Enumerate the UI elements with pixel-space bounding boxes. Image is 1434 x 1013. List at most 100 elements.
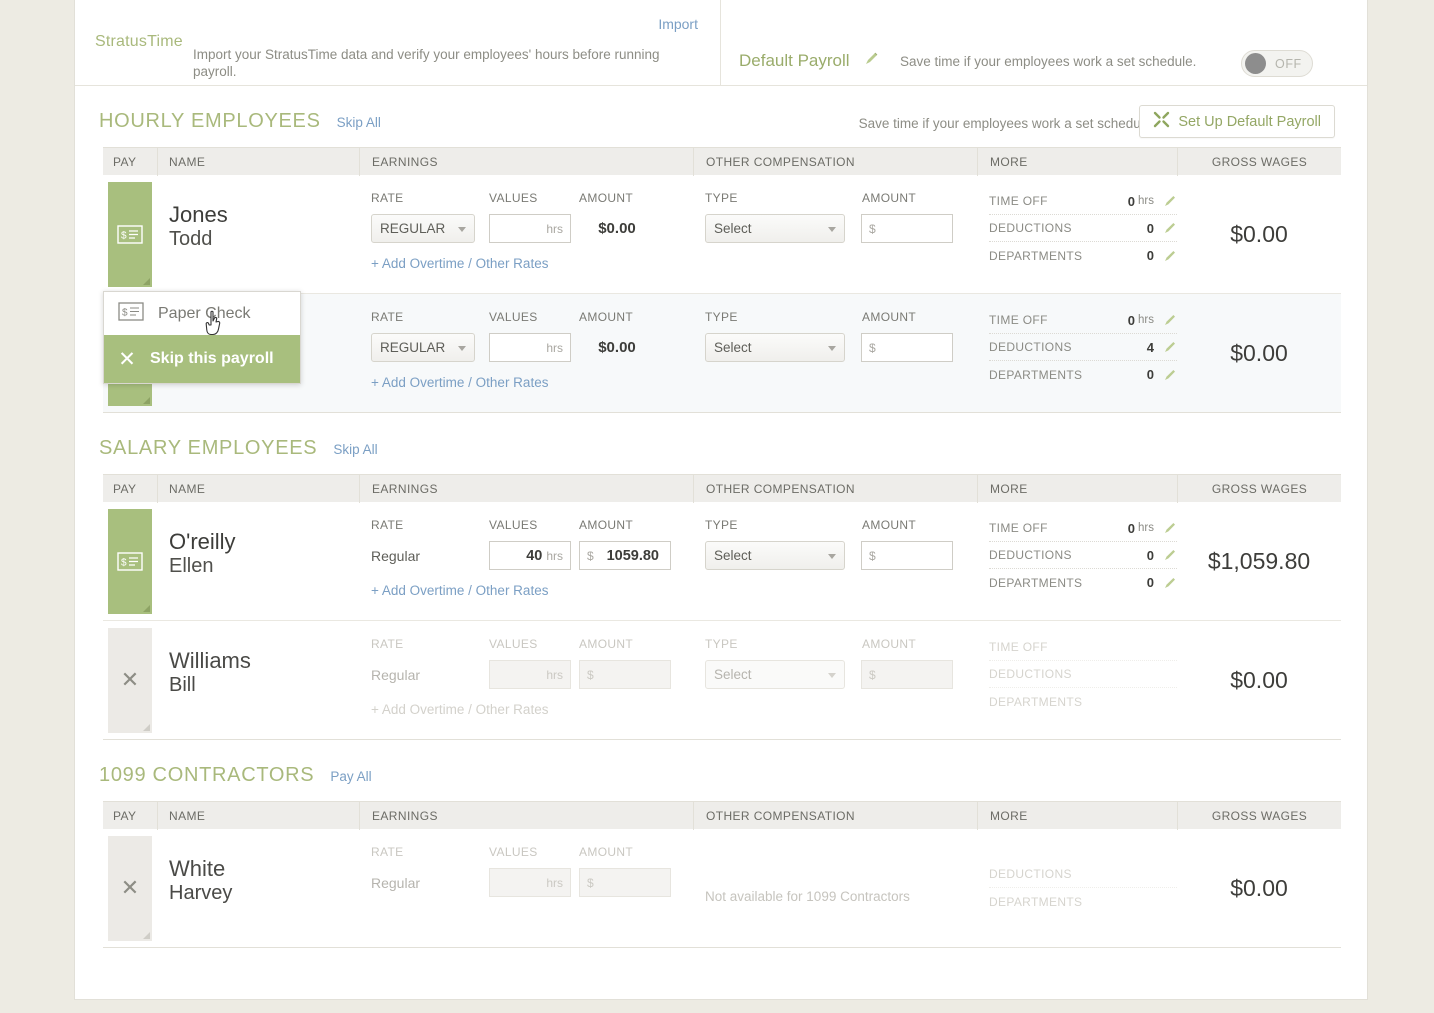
time-off-unit: hrs xyxy=(1138,314,1154,326)
time-off-row: TIME OFF xyxy=(989,634,1177,661)
label-deductions: DEDUCTIONS xyxy=(989,867,1072,881)
time-off-row[interactable]: TIME OFF 0 hrs xyxy=(989,515,1177,542)
dollar-sign: $ xyxy=(869,340,876,355)
deductions-row[interactable]: DEDUCTIONS 4 xyxy=(989,334,1177,361)
label-other-amount: AMOUNT xyxy=(862,518,917,532)
earnings-fields: Regular 40 hrs $ 1059.80 xyxy=(371,541,693,570)
table-row: $ O'reilly Ellen RATE VALUES AMOUNT Regu… xyxy=(103,502,1341,621)
deductions-row[interactable]: DEDUCTIONS 0 xyxy=(989,215,1177,242)
col-earnings: EARNINGS xyxy=(359,147,693,176)
earnings-cell: RATE VALUES AMOUNT Regular hrs $ xyxy=(359,621,693,739)
more-cell: TIME OFF 0 hrs DEDUCTIONS 0 DEPARTMENTS xyxy=(977,175,1177,293)
time-off-row[interactable]: TIME OFF 0 hrs xyxy=(989,307,1177,334)
departments-value: 0 xyxy=(1146,248,1154,263)
pencil-icon[interactable] xyxy=(864,51,879,66)
hours-input[interactable]: 40 hrs xyxy=(489,541,571,570)
chevron-down-icon xyxy=(828,673,836,678)
departments-value: 0 xyxy=(1146,367,1154,382)
col-other-compensation: OTHER COMPENSATION xyxy=(693,147,977,176)
pay-all-link[interactable]: Pay All xyxy=(330,769,371,784)
label-departments: DEPARTMENTS xyxy=(989,575,1083,590)
label-deductions: DEDUCTIONS xyxy=(989,548,1072,562)
label-values: VALUES xyxy=(489,845,538,859)
pencil-icon[interactable] xyxy=(1163,548,1177,562)
label-departments: DEPARTMENTS xyxy=(989,248,1083,263)
hours-unit: hrs xyxy=(546,340,563,355)
svg-text:$: $ xyxy=(121,230,127,241)
col-gross-wages: GROSS WAGES xyxy=(1177,474,1341,503)
other-type-select[interactable]: Select xyxy=(705,541,845,570)
label-values: VALUES xyxy=(489,637,538,651)
label-values: VALUES xyxy=(489,191,538,205)
departments-row[interactable]: DEPARTMENTS 0 xyxy=(989,242,1177,269)
label-time-off: TIME OFF xyxy=(989,194,1048,208)
other-fields: Select $ xyxy=(705,214,977,243)
other-type-select: Select xyxy=(705,660,845,689)
other-amount-input[interactable]: $ xyxy=(861,541,953,570)
earnings-labels: RATE VALUES AMOUNT xyxy=(371,845,693,859)
default-payroll-description: Save time if your employees work a set s… xyxy=(900,54,1197,69)
other-type-select[interactable]: Select xyxy=(705,333,845,362)
add-overtime-link[interactable]: + Add Overtime / Other Rates xyxy=(371,583,693,598)
top-banner: StratusTime Import your StratusTime data… xyxy=(75,0,1367,86)
section-header: 1099 CONTRACTORS Pay All xyxy=(75,740,1367,801)
other-type-select[interactable]: Select xyxy=(705,214,845,243)
section-salary-employees: SALARY EMPLOYEES Skip All PAY NAME EARNI… xyxy=(75,413,1367,740)
section-1099-contractors: 1099 CONTRACTORS Pay All PAY NAME EARNIN… xyxy=(75,740,1367,948)
hours-input[interactable]: hrs xyxy=(489,333,571,362)
set-up-default-payroll-button[interactable]: Set Up Default Payroll xyxy=(1139,105,1335,138)
other-amount-input[interactable]: $ xyxy=(861,214,953,243)
default-payroll-toggle[interactable]: OFF xyxy=(1241,50,1313,77)
departments-row[interactable]: DEPARTMENTS 0 xyxy=(989,361,1177,388)
menu-item-paper-check[interactable]: $ Paper Check xyxy=(104,292,300,335)
skip-all-link[interactable]: Skip All xyxy=(337,115,381,130)
menu-item-skip-payroll[interactable]: ✕ Skip this payroll xyxy=(104,335,300,383)
pay-method-button[interactable]: ✕ xyxy=(108,835,152,941)
earnings-amount-input[interactable]: $ 1059.80 xyxy=(579,541,671,570)
earnings-cell: RATE VALUES AMOUNT Regular 40 hrs $ 1059… xyxy=(359,502,693,620)
other-type-value: Select xyxy=(714,548,752,563)
hours-input[interactable]: hrs xyxy=(489,214,571,243)
col-more: MORE xyxy=(977,474,1177,503)
skip-all-link[interactable]: Skip All xyxy=(333,442,377,457)
pencil-icon[interactable] xyxy=(1163,368,1177,382)
pencil-icon[interactable] xyxy=(1163,521,1177,535)
pencil-icon[interactable] xyxy=(1163,340,1177,354)
pencil-icon[interactable] xyxy=(1163,221,1177,235)
earnings-amount: $0.00 xyxy=(598,220,636,237)
earnings-labels: RATE VALUES AMOUNT xyxy=(371,310,693,324)
dollar-sign: $ xyxy=(869,548,876,563)
col-other-compensation: OTHER COMPENSATION xyxy=(693,801,977,830)
pencil-icon[interactable] xyxy=(1163,194,1177,208)
table-header-row: PAY NAME EARNINGS OTHER COMPENSATION MOR… xyxy=(103,801,1341,830)
label-amount: AMOUNT xyxy=(579,191,634,205)
table-row: $ Jones Todd RATE VALUES AMOUNT REGULAR … xyxy=(103,175,1341,294)
add-overtime-link[interactable]: + Add Overtime / Other Rates xyxy=(371,375,693,390)
pencil-icon[interactable] xyxy=(1163,249,1177,263)
time-off-row[interactable]: TIME OFF 0 hrs xyxy=(989,188,1177,215)
stratustime-description: Import your StratusTime data and verify … xyxy=(193,47,660,79)
table-row: ✕ Williams Bill RATE VALUES AMOUNT Regul… xyxy=(103,621,1341,740)
label-deductions: DEDUCTIONS xyxy=(989,221,1072,235)
other-labels: TYPE AMOUNT xyxy=(705,637,977,651)
col-other-compensation: OTHER COMPENSATION xyxy=(693,474,977,503)
pencil-icon[interactable] xyxy=(1163,313,1177,327)
pay-method-button[interactable]: ✕ xyxy=(108,627,152,733)
import-link[interactable]: Import xyxy=(658,16,698,32)
hours-value: 40 xyxy=(526,547,543,564)
pay-method-button[interactable]: $ xyxy=(108,181,152,287)
other-fields: Select $ xyxy=(705,660,977,689)
other-compensation-cell: TYPE AMOUNT Select $ xyxy=(693,502,977,620)
rate-type-select[interactable]: REGULAR xyxy=(371,333,475,362)
add-overtime-link[interactable]: + Add Overtime / Other Rates xyxy=(371,256,693,271)
other-amount-input[interactable]: $ xyxy=(861,333,953,362)
departments-row[interactable]: DEPARTMENTS 0 xyxy=(989,569,1177,596)
label-departments: DEPARTMENTS xyxy=(989,367,1083,382)
rate-type-select[interactable]: REGULAR xyxy=(371,214,475,243)
time-off-value: 0 xyxy=(1127,520,1136,536)
pay-method-button[interactable]: $ xyxy=(108,508,152,614)
other-labels: TYPE AMOUNT xyxy=(705,191,977,205)
deductions-row[interactable]: DEDUCTIONS 0 xyxy=(989,542,1177,569)
pencil-icon[interactable] xyxy=(1163,576,1177,590)
table-row: ✕ White Harvey RATE VALUES AMOUNT Regula… xyxy=(103,829,1341,948)
